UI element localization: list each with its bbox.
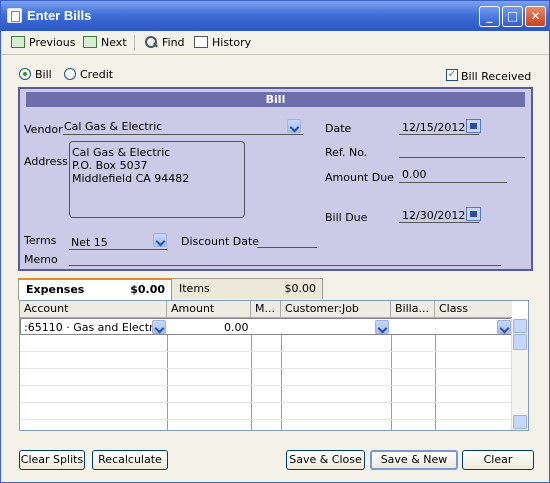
find-icon [144, 36, 158, 48]
close-button[interactable]: ✕ [525, 6, 546, 27]
find-button[interactable]: Find [144, 34, 185, 52]
discount-date-label: Discount Date [181, 235, 260, 248]
table-row[interactable] [20, 352, 512, 369]
previous-icon [11, 36, 25, 48]
table-row[interactable] [20, 386, 512, 403]
amount-due-underline [399, 167, 507, 183]
date-calendar-icon[interactable] [466, 119, 481, 133]
next-button[interactable]: Next [83, 34, 127, 52]
title-bar: Enter Bills _ □ ✕ [1, 1, 549, 31]
bill-radio-label: Bill [35, 68, 52, 81]
history-icon [194, 36, 208, 48]
tab-items-label: Items [179, 282, 210, 295]
scroll-up-icon[interactable] [513, 319, 527, 333]
next-icon [83, 36, 97, 48]
history-button[interactable]: History [194, 34, 251, 52]
previous-label: Previous [29, 36, 76, 49]
save-new-button[interactable]: Save & New [370, 450, 458, 470]
table-row[interactable] [20, 403, 512, 420]
address-line: Middlefield CA 94482 [72, 172, 190, 185]
vendor-dropdown-icon[interactable] [287, 119, 301, 133]
save-close-button[interactable]: Save & Close [286, 450, 365, 470]
vendor-label: Vendor [24, 123, 63, 136]
tab-expenses-amount: $0.00 [130, 283, 165, 296]
app-icon [7, 8, 22, 23]
credit-radio[interactable] [64, 68, 76, 80]
minimize-button[interactable]: _ [479, 6, 500, 27]
expenses-table: Account Amount M... Customer:Job Billa..… [19, 300, 529, 431]
scroll-thumb[interactable] [513, 334, 527, 350]
row-amount[interactable]: 0.00 [224, 321, 249, 334]
detail-tabs: Items $0.00 Expenses $0.00 [18, 278, 532, 300]
bill-header: Bill [26, 92, 525, 107]
window-title: Enter Bills [27, 8, 92, 23]
bill-received-label: Bill Received [461, 70, 532, 83]
terms-label: Terms [24, 234, 57, 247]
column-amount[interactable]: Amount [167, 301, 251, 317]
table-row[interactable] [20, 335, 512, 352]
address-line: P.O. Box 5037 [72, 159, 148, 172]
credit-radio-label: Credit [80, 68, 114, 81]
tab-expenses[interactable]: Expenses $0.00 [18, 278, 172, 300]
history-label: History [212, 36, 252, 49]
tab-expenses-label: Expenses [26, 283, 85, 296]
vertical-scrollbar[interactable] [511, 318, 528, 430]
next-label: Next [101, 36, 127, 49]
row-account[interactable]: :65110 · Gas and Electric [24, 321, 163, 334]
bill-radio[interactable] [19, 68, 31, 80]
column-class[interactable]: Class [435, 301, 512, 317]
bill-form: Bill Vendor Cal Gas & Electric Address C… [18, 87, 533, 271]
recalculate-button[interactable]: Recalculate [92, 450, 168, 470]
terms-dropdown-icon[interactable] [153, 233, 167, 247]
address-label: Address [24, 155, 68, 168]
amount-due-label: Amount Due [325, 171, 394, 184]
table-header: Account Amount M... Customer:Job Billa..… [20, 301, 512, 318]
discount-date-field[interactable] [257, 233, 317, 248]
refno-field[interactable] [399, 143, 525, 158]
class-dropdown-icon[interactable] [497, 320, 511, 334]
clear-splits-button[interactable]: Clear Splits [19, 450, 85, 470]
bill-due-calendar-icon[interactable] [466, 207, 481, 221]
memo-label: Memo [24, 253, 58, 266]
table-row[interactable]: :65110 · Gas and Electric 0.00 [20, 318, 512, 335]
tab-items-amount: $0.00 [284, 282, 317, 295]
account-dropdown-icon[interactable] [152, 320, 166, 334]
previous-button[interactable]: Previous [11, 34, 76, 52]
bill-due-label: Bill Due [325, 211, 368, 224]
enter-bills-window: Enter Bills _ □ ✕ Previous Next Find His… [0, 0, 550, 483]
maximize-button[interactable]: □ [502, 6, 523, 27]
column-memo[interactable]: M... [251, 301, 281, 317]
tab-items[interactable]: Items $0.00 [171, 278, 323, 299]
vendor-underline [63, 119, 303, 135]
refno-label: Ref. No. [325, 146, 368, 159]
memo-field[interactable] [69, 251, 501, 266]
date-label: Date [325, 122, 352, 135]
table-row[interactable] [20, 369, 512, 386]
bill-received-checkbox[interactable]: ✓ [446, 69, 458, 81]
toolbar-separator [134, 35, 135, 51]
customer-job-dropdown-icon[interactable] [375, 320, 389, 334]
clear-button[interactable]: Clear [462, 450, 534, 470]
column-customer-job[interactable]: Customer:Job [281, 301, 391, 317]
address-line: Cal Gas & Electric [72, 146, 171, 159]
column-account[interactable]: Account [20, 301, 167, 317]
column-billable[interactable]: Billa... [391, 301, 435, 317]
address-box[interactable]: Cal Gas & Electric P.O. Box 5037 Middlef… [69, 141, 245, 218]
find-label: Find [162, 36, 185, 49]
toolbar: Previous Next Find History [1, 31, 549, 55]
scroll-down-icon[interactable] [513, 415, 527, 429]
